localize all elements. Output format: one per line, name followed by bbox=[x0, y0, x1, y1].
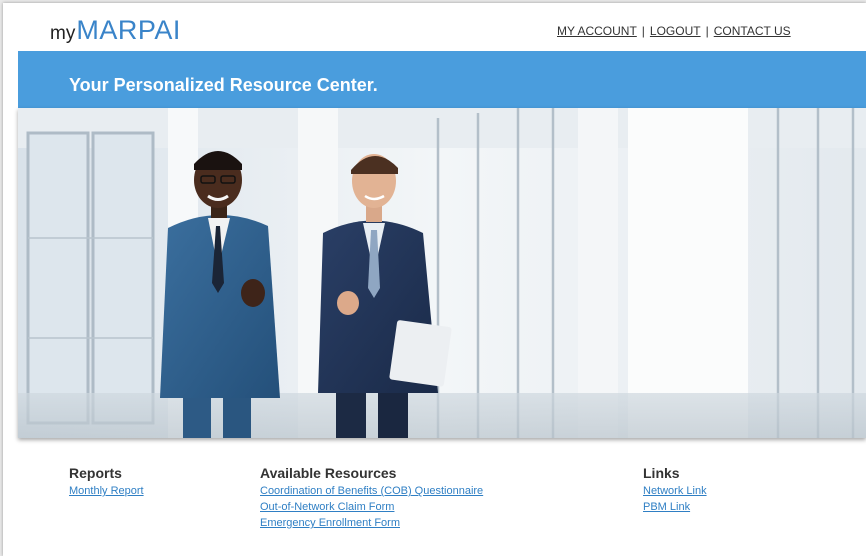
reports-heading: Reports bbox=[69, 465, 122, 481]
nav-separator: | bbox=[705, 24, 709, 38]
banner: Your Personalized Resource Center. bbox=[18, 51, 866, 108]
links-section: Links Network Link PBM Link bbox=[643, 465, 707, 515]
links-heading: Links bbox=[643, 465, 680, 481]
my-account-link[interactable]: MY ACCOUNT bbox=[557, 24, 637, 38]
reports-section: Reports Monthly Report bbox=[69, 465, 144, 499]
top-nav: MY ACCOUNT | LOGOUT | CONTACT US bbox=[557, 24, 791, 38]
hero-illustration bbox=[18, 108, 866, 438]
cob-questionnaire-link[interactable]: Coordination of Benefits (COB) Questionn… bbox=[260, 483, 483, 499]
resources-heading: Available Resources bbox=[260, 465, 397, 481]
logo-brand: MARPAI bbox=[76, 15, 181, 45]
banner-title: Your Personalized Resource Center. bbox=[69, 75, 378, 95]
logout-link[interactable]: LOGOUT bbox=[650, 24, 701, 38]
contact-us-link[interactable]: CONTACT US bbox=[714, 24, 791, 38]
resources-section: Available Resources Coordination of Bene… bbox=[260, 465, 483, 531]
emergency-enrollment-form-link[interactable]: Emergency Enrollment Form bbox=[260, 515, 483, 531]
page: myMARPAI MY ACCOUNT | LOGOUT | CONTACT US Yo… bbox=[3, 3, 866, 556]
out-of-network-claim-form-link[interactable]: Out-of-Network Claim Form bbox=[260, 499, 483, 515]
logo-prefix: my bbox=[50, 23, 76, 44]
pbm-link[interactable]: PBM Link bbox=[643, 499, 707, 515]
hero-image bbox=[18, 108, 866, 438]
network-link[interactable]: Network Link bbox=[643, 483, 707, 499]
nav-separator: | bbox=[641, 24, 645, 38]
logo[interactable]: myMARPAI bbox=[50, 17, 181, 44]
monthly-report-link[interactable]: Monthly Report bbox=[69, 483, 144, 499]
